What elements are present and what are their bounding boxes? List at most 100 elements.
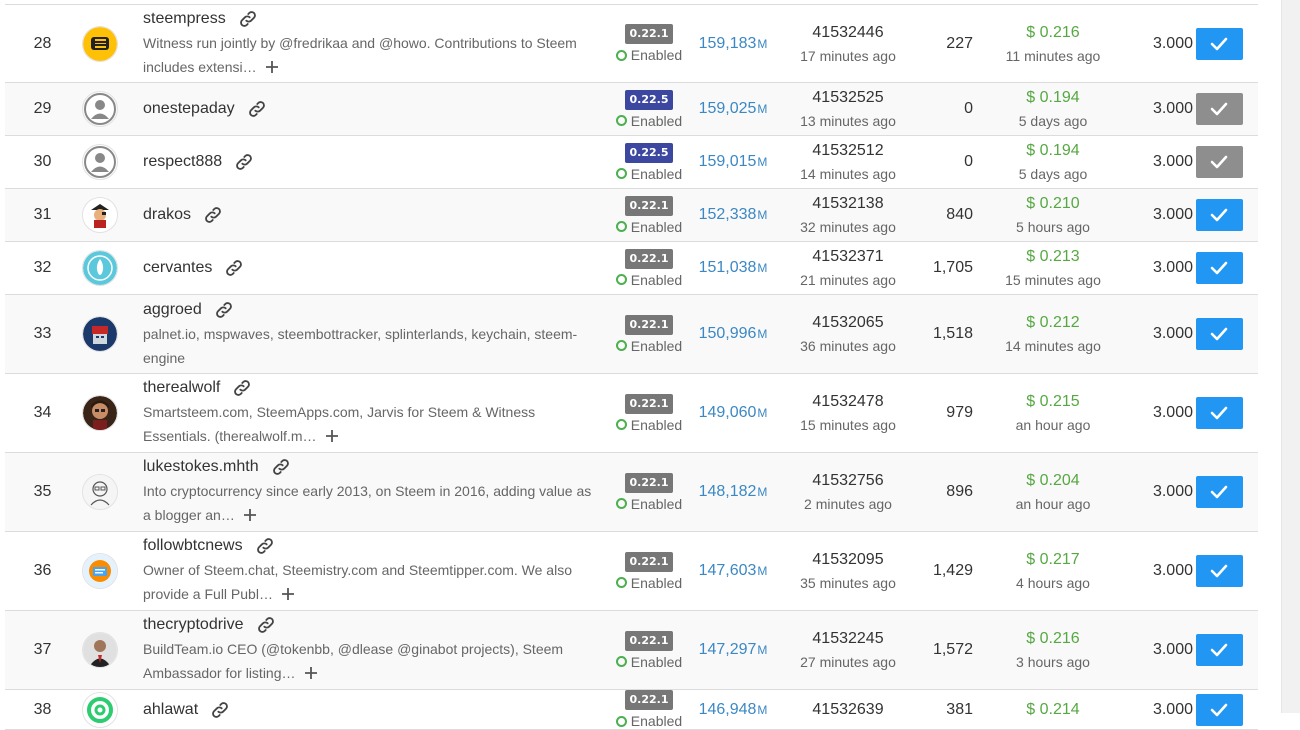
vote-button[interactable] [1195, 27, 1243, 60]
version-badge: 0.22.1 [624, 248, 674, 269]
at-sign-avatar-icon[interactable] [82, 691, 118, 728]
last-block: 41532138 [812, 195, 884, 212]
status-enabled: Enabled [615, 113, 682, 129]
reg-ratio: 3.000 [1152, 206, 1193, 223]
witness-name-link[interactable]: drakos [143, 206, 191, 224]
witness-rank: 29 [33, 100, 52, 117]
vote-button[interactable] [1195, 634, 1243, 666]
external-link-icon[interactable] [255, 536, 275, 556]
check-icon [1210, 406, 1228, 420]
external-link-icon[interactable] [271, 457, 291, 477]
witness-name-link[interactable]: respect888 [143, 153, 222, 171]
witness-name-link[interactable]: lukestokes.mhth [143, 458, 259, 476]
witness-votes[interactable]: 159,015 M [691, 136, 775, 188]
last-block-time: 17 minutes ago [800, 47, 896, 64]
vote-button[interactable] [1195, 199, 1243, 231]
witness-votes[interactable]: 159,183 M [691, 5, 775, 82]
suit-avatar-icon[interactable] [82, 632, 118, 668]
expand-plus-icon[interactable] [265, 57, 279, 81]
missed-blocks: 840 [946, 206, 973, 223]
price-feed-time: an hour ago [1015, 496, 1091, 512]
last-block-time: 15 minutes ago [800, 417, 896, 433]
external-link-icon[interactable] [214, 300, 234, 320]
flame-avatar-icon[interactable] [82, 250, 118, 286]
witness-votes[interactable]: 152,338 M [691, 189, 775, 241]
status-dot-icon [615, 168, 627, 179]
witness-votes[interactable]: 151,038 M [691, 242, 775, 294]
witness-row: 35 lukestokes.mhth Into cryptocurrency s… [5, 453, 1258, 532]
witness-name-link[interactable]: steempress [143, 10, 226, 28]
witness-votes[interactable]: 147,297 M [691, 611, 775, 689]
pirate-avatar-icon[interactable] [82, 197, 118, 233]
version-badge: 0.22.1 [624, 314, 674, 335]
vote-button[interactable] [1195, 318, 1243, 350]
steempress-logo-icon[interactable] [82, 25, 118, 62]
page-scrollbar[interactable] [1281, 0, 1300, 713]
vote-button[interactable] [1195, 397, 1243, 429]
external-link-icon[interactable] [256, 615, 276, 635]
price-feed: $ 0.194 [1026, 89, 1080, 106]
price-feed: $ 0.216 [1026, 23, 1080, 41]
external-link-icon[interactable] [203, 205, 223, 225]
expand-plus-icon[interactable] [304, 663, 318, 687]
vote-button[interactable] [1195, 146, 1243, 178]
witness-name-link[interactable]: aggroed [143, 301, 202, 319]
last-block-time: 14 minutes ago [800, 166, 896, 182]
default-user-icon[interactable] [82, 91, 118, 127]
vote-button[interactable] [1195, 555, 1243, 587]
last-block: 41532478 [812, 393, 884, 410]
external-link-icon[interactable] [224, 258, 244, 278]
witness-name-link[interactable]: cervantes [143, 259, 212, 277]
last-block: 41532639 [812, 700, 884, 718]
witness-votes[interactable]: 146,948 M [691, 690, 775, 729]
witness-row: 36 followbtcnews Owner of Steem.chat, St… [5, 532, 1258, 611]
witness-description: Witness run jointly by @fredrikaa and @h… [143, 31, 598, 81]
last-block-time: 32 minutes ago [800, 219, 896, 235]
missed-blocks: 1,705 [932, 259, 973, 276]
default-user-icon[interactable] [82, 144, 118, 180]
sketch-avatar-icon[interactable] [82, 474, 118, 510]
witness-name-link[interactable]: thecryptodrive [143, 616, 244, 634]
witness-row: 37 thecryptodrive BuildTeam.io CEO (@tok… [5, 611, 1258, 690]
witness-name-link[interactable]: onestepaday [143, 100, 235, 118]
witness-votes[interactable]: 147,603 M [691, 532, 775, 610]
news-avatar-icon[interactable] [82, 553, 118, 589]
witness-votes[interactable]: 150,996 M [691, 295, 775, 373]
witness-votes[interactable]: 148,182 M [691, 453, 775, 531]
witness-description: Smartsteem.com, SteemApps.com, Jarvis fo… [143, 400, 598, 450]
external-link-icon[interactable] [238, 9, 258, 29]
vote-button[interactable] [1195, 93, 1243, 125]
witness-votes[interactable]: 159,025 M [691, 83, 775, 135]
witness-name-link[interactable]: ahlawat [143, 701, 198, 719]
expand-plus-icon[interactable] [243, 505, 257, 529]
witness-name-link[interactable]: therealwolf [143, 379, 220, 397]
witness-name-link[interactable]: followbtcnews [143, 537, 243, 555]
status-dot-icon [615, 577, 627, 588]
vote-button[interactable] [1195, 252, 1243, 284]
vote-button[interactable] [1195, 693, 1243, 726]
vote-button[interactable] [1195, 476, 1243, 508]
price-feed-time: 5 days ago [1018, 113, 1088, 129]
portrait-avatar-icon[interactable] [82, 395, 118, 431]
reg-ratio: 3.000 [1152, 153, 1193, 170]
missed-blocks: 381 [946, 700, 973, 718]
expand-plus-icon[interactable] [281, 584, 295, 608]
status-dot-icon [615, 49, 627, 61]
robot-avatar-icon[interactable] [82, 316, 118, 352]
check-icon [1210, 155, 1228, 169]
witness-row: 32 cervantes 0.22.1 Enabled 151,038 M 415… [5, 242, 1258, 295]
last-block-time: 36 minutes ago [800, 338, 896, 354]
external-link-icon[interactable] [210, 700, 230, 720]
check-icon [1210, 643, 1228, 657]
external-link-icon[interactable] [234, 152, 254, 172]
last-block: 41532245 [812, 630, 884, 647]
version-badge: 0.22.1 [624, 472, 674, 493]
external-link-icon[interactable] [232, 378, 252, 398]
version-badge: 0.22.1 [624, 630, 674, 651]
status-enabled: Enabled [615, 417, 682, 433]
price-feed-time: 5 hours ago [1016, 219, 1090, 235]
external-link-icon[interactable] [247, 99, 267, 119]
check-icon [1210, 564, 1228, 578]
expand-plus-icon[interactable] [325, 426, 339, 450]
witness-votes[interactable]: 149,060 M [691, 374, 775, 452]
